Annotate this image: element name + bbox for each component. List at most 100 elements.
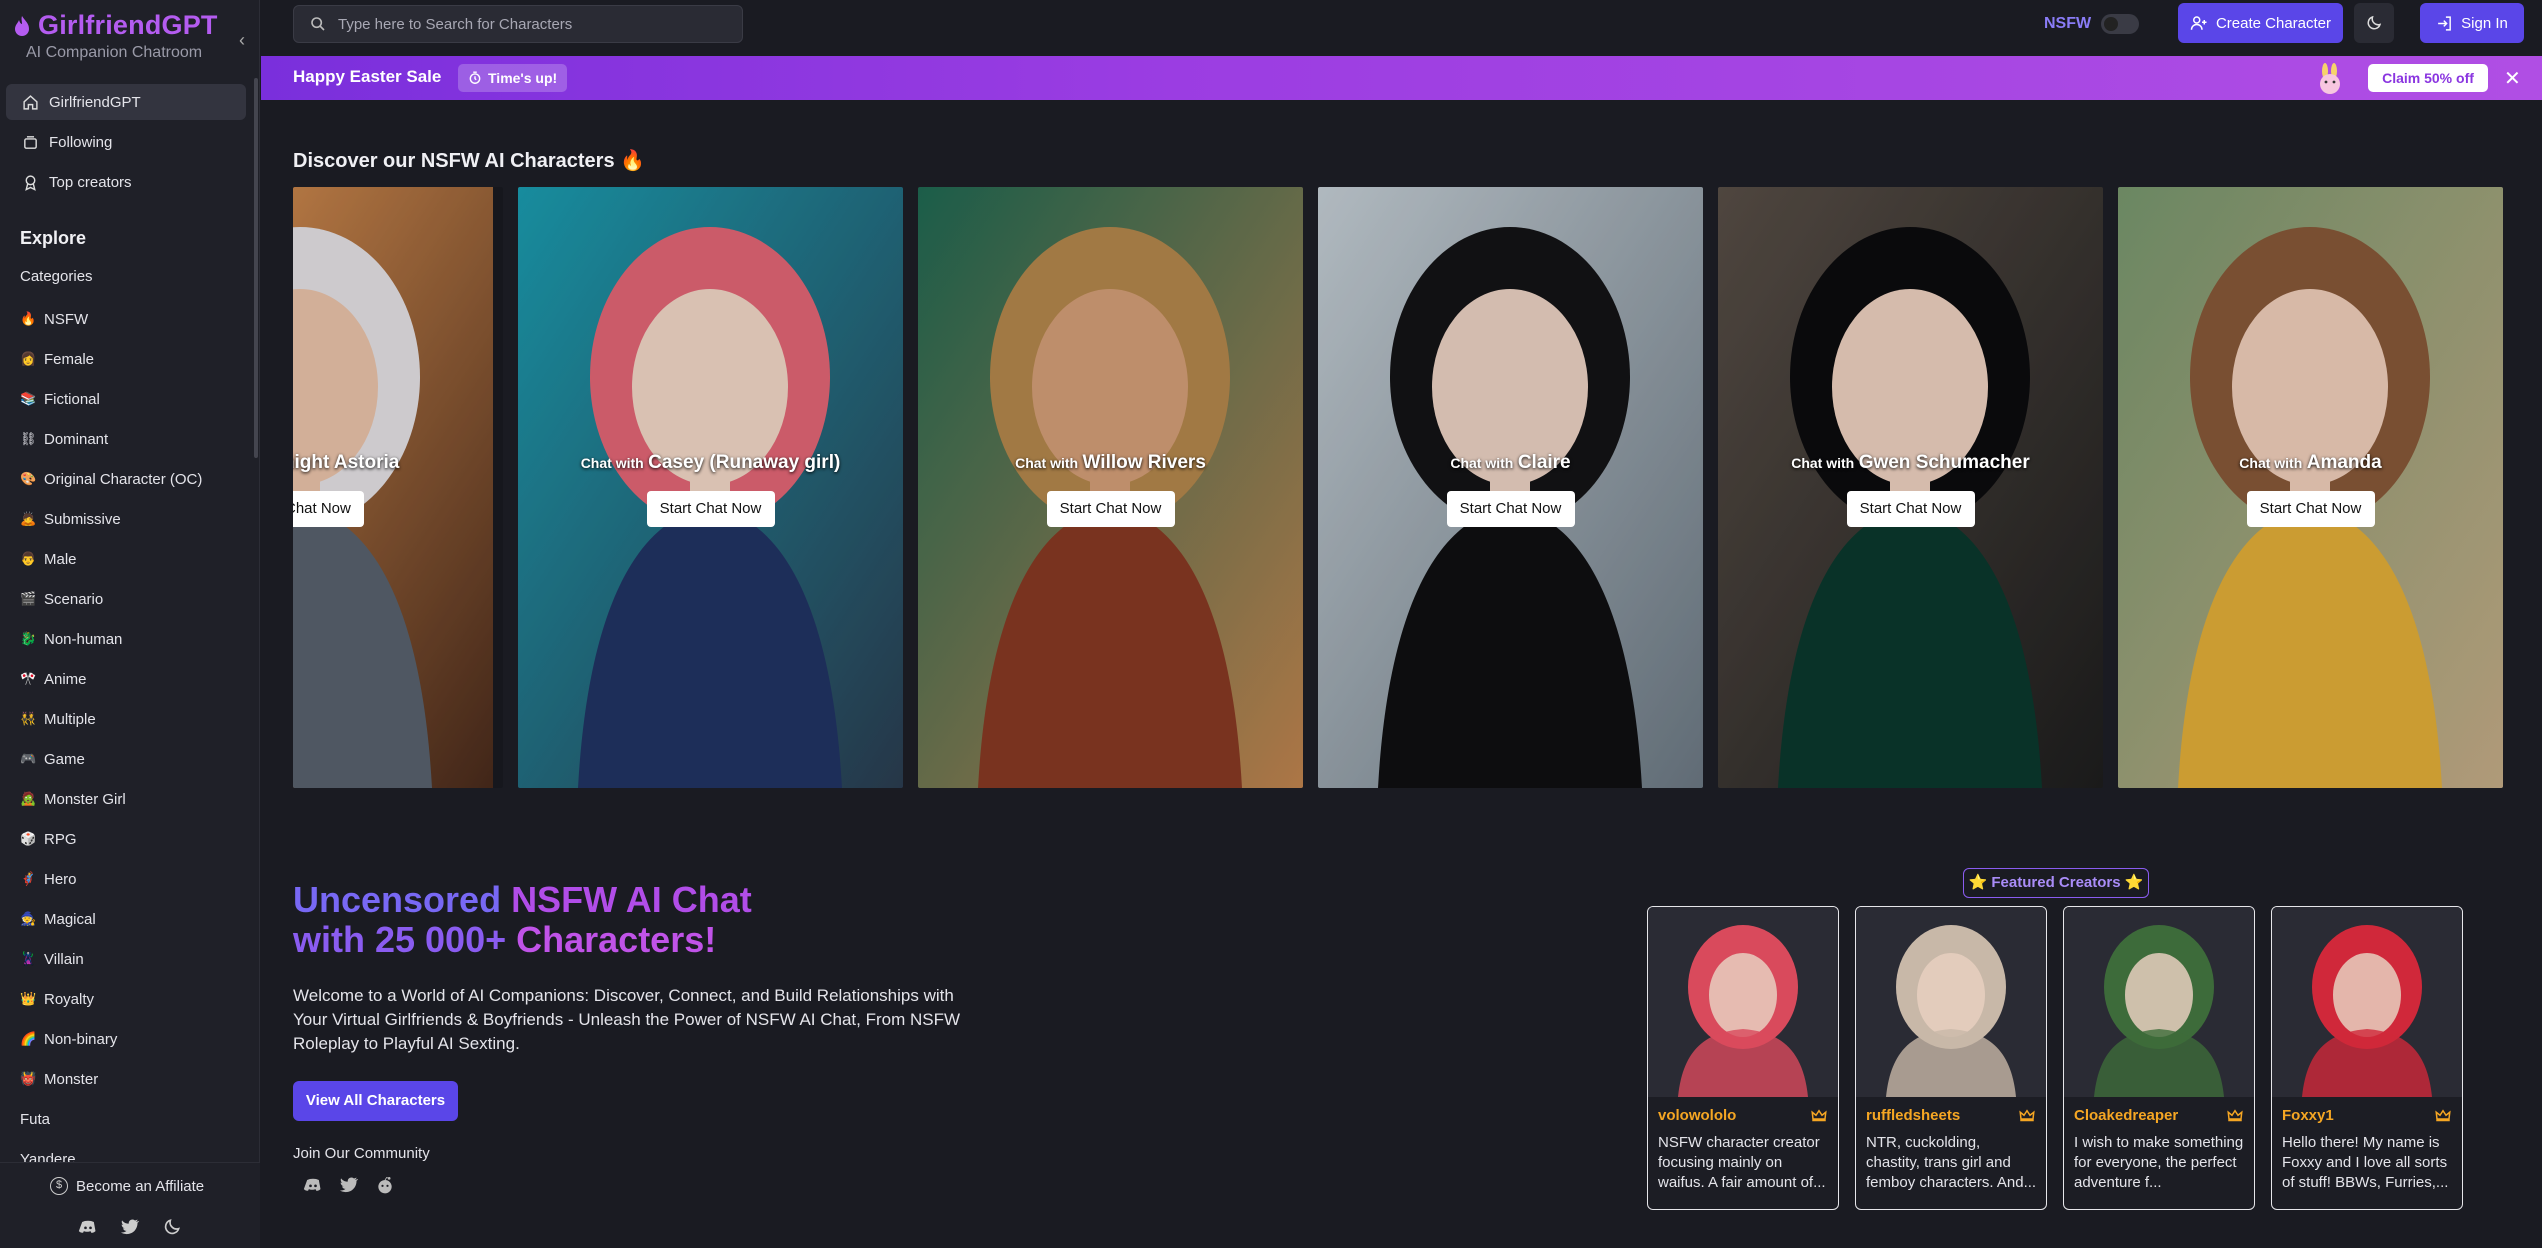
login-icon xyxy=(2438,15,2452,31)
category-emoji-icon: 🎮 xyxy=(20,751,37,766)
character-card[interactable]: Chat with Knight Astoria Start Chat Now xyxy=(293,187,503,788)
hero-title-part: Uncensored xyxy=(293,879,512,920)
create-character-label: Create Character xyxy=(2215,14,2332,32)
sidebar-category-futa[interactable]: Futa xyxy=(20,1107,50,1131)
creator-name[interactable]: Cloakedreaper xyxy=(2074,1107,2178,1124)
close-icon[interactable]: ✕ xyxy=(2504,66,2521,91)
creator-card[interactable]: volowololo NSFW character creator focusin… xyxy=(1647,906,1839,1210)
characters-section-title: Discover our NSFW AI Characters 🔥 xyxy=(293,150,646,172)
creator-name[interactable]: ruffledsheets xyxy=(1866,1107,1960,1124)
create-character-button[interactable]: Create Character xyxy=(2178,3,2343,43)
sidebar-category-magical[interactable]: 🧙 Magical xyxy=(20,907,96,931)
category-emoji-icon: 🦹 xyxy=(20,951,37,966)
search-bar[interactable] xyxy=(293,5,743,43)
category-label: Female xyxy=(44,350,95,368)
category-label: Multiple xyxy=(44,710,96,728)
discord-icon[interactable] xyxy=(303,1175,323,1195)
following-icon xyxy=(24,135,37,149)
search-icon xyxy=(311,17,325,31)
creator-avatar xyxy=(2064,907,2254,1097)
sidebar-category-male[interactable]: 👨 Male xyxy=(20,547,77,571)
character-card[interactable]: Chat with Claire Start Chat Now xyxy=(1318,187,1703,788)
discord-icon[interactable] xyxy=(78,1217,98,1237)
promo-title: Happy Easter Sale xyxy=(293,67,442,86)
start-chat-button[interactable]: Start Chat Now xyxy=(1846,491,1975,527)
character-name: Claire xyxy=(1517,452,1571,473)
chat-with-caption: Chat with Casey (Runaway girl) xyxy=(518,452,903,474)
sidebar-category-dominant[interactable]: ⛓ Dominant xyxy=(20,427,108,451)
creator-card[interactable]: Cloakedreaper I wish to make something fo… xyxy=(2063,906,2255,1210)
sidebar-category-hero[interactable]: 🦸 Hero xyxy=(20,867,77,891)
sidebar-category-submissive[interactable]: 🙇 Submissive xyxy=(20,507,121,531)
category-label: Royalty xyxy=(44,990,95,1008)
sidebar-category-female[interactable]: 👩 Female xyxy=(20,347,94,371)
sidebar-category-non-binary[interactable]: 🌈 Non-binary xyxy=(20,1027,117,1051)
categories-label[interactable]: Categories xyxy=(20,268,93,285)
nav-item-home[interactable]: GirlfriendGPT xyxy=(6,84,246,120)
category-emoji-icon: 🦸 xyxy=(20,871,37,886)
sign-in-button[interactable]: Sign In xyxy=(2420,3,2524,43)
reddit-icon[interactable] xyxy=(375,1175,395,1195)
nav-item-top-creators[interactable]: Top creators xyxy=(6,164,246,200)
creator-name[interactable]: volowololo xyxy=(1658,1107,1736,1124)
timer-icon xyxy=(469,71,481,84)
sidebar-category-monster-girl[interactable]: 🧟 Monster Girl xyxy=(20,787,126,811)
theme-toggle-button[interactable] xyxy=(2354,3,2394,43)
start-chat-button[interactable]: Start Chat Now xyxy=(2246,491,2375,527)
category-label: Futa xyxy=(20,1110,51,1128)
hero-title-part: Characters! xyxy=(516,919,717,960)
sidebar-category-rpg[interactable]: 🎲 RPG xyxy=(20,827,77,851)
character-card[interactable]: Chat with Amanda Start Chat Now xyxy=(2118,187,2503,788)
sidebar-category-villain[interactable]: 🦹 Villain xyxy=(20,947,84,971)
sidebar-category-nsfw[interactable]: 🔥 NSFW xyxy=(20,307,88,331)
chat-with-prefix: Chat with xyxy=(1791,455,1855,471)
category-label: Villain xyxy=(44,950,84,968)
category-emoji-icon: 🧙 xyxy=(20,911,37,926)
sidebar-category-fictional[interactable]: 📚 Fictional xyxy=(20,387,100,411)
chat-with-prefix: Chat with xyxy=(2239,455,2303,471)
card-overlay xyxy=(518,187,903,788)
category-emoji-icon: 👹 xyxy=(20,1071,37,1086)
sidebar-category-non-human[interactable]: 🐉 Non-human xyxy=(20,627,122,651)
creator-name[interactable]: Foxxy1 xyxy=(2282,1107,2334,1124)
sidebar-category-scenario[interactable]: 🎬 Scenario xyxy=(20,587,103,611)
sidebar-category-anime[interactable]: 🎌 Anime xyxy=(20,667,87,691)
sidebar-scrollbar[interactable] xyxy=(254,78,258,458)
award-icon xyxy=(25,174,36,191)
creator-card[interactable]: Foxxy1 Hello there! My name is Foxxy and … xyxy=(2271,906,2463,1210)
sidebar-category-original-character-oc[interactable]: 🎨 Original Character (OC) xyxy=(20,467,202,491)
sidebar-category-royalty[interactable]: 👑 Royalty xyxy=(20,987,94,1011)
twitter-icon[interactable] xyxy=(120,1217,140,1237)
character-card[interactable]: Chat with Willow Rivers Start Chat Now xyxy=(918,187,1303,788)
creator-card[interactable]: ruffledsheets NTR, cuckolding, chastity, … xyxy=(1855,906,2047,1210)
category-label: Hero xyxy=(44,870,77,888)
start-chat-button[interactable]: Start Chat Now xyxy=(293,491,364,527)
sidebar-category-multiple[interactable]: 👯 Multiple xyxy=(20,707,96,731)
card-overlay xyxy=(918,187,1303,788)
category-label: Fictional xyxy=(44,390,100,408)
start-chat-button[interactable]: Start Chat Now xyxy=(646,491,775,527)
nav-item-following[interactable]: Following xyxy=(6,124,246,160)
collapse-sidebar-icon[interactable]: ‹ xyxy=(232,30,252,50)
category-emoji-icon: 👨 xyxy=(20,551,37,566)
creator-avatar xyxy=(1648,907,1838,1097)
claim-offer-button[interactable]: Claim 50% off xyxy=(2368,64,2488,92)
home-icon xyxy=(23,94,38,110)
category-emoji-icon: 🎲 xyxy=(20,831,37,846)
affiliate-label: Become an Affiliate xyxy=(76,1177,205,1195)
search-input[interactable] xyxy=(338,15,718,33)
category-label: Male xyxy=(44,550,77,568)
start-chat-button[interactable]: Start Chat Now xyxy=(1446,491,1575,527)
moon-icon[interactable] xyxy=(162,1217,182,1237)
logo[interactable]: GirlfriendGPT xyxy=(12,10,218,41)
start-chat-button[interactable]: Start Chat Now xyxy=(1046,491,1175,527)
view-all-characters-button[interactable]: View All Characters xyxy=(293,1081,458,1121)
category-label: Magical xyxy=(44,910,96,928)
character-card[interactable]: Chat with Gwen Schumacher Start Chat Now xyxy=(1718,187,2103,788)
affiliate-link[interactable]: $ Become an Affiliate xyxy=(50,1177,204,1195)
nsfw-toggle[interactable] xyxy=(2101,14,2140,34)
twitter-icon[interactable] xyxy=(339,1175,359,1195)
sidebar-category-monster[interactable]: 👹 Monster xyxy=(20,1067,98,1091)
character-card[interactable]: Chat with Casey (Runaway girl) Start Chat… xyxy=(518,187,903,788)
sidebar-category-game[interactable]: 🎮 Game xyxy=(20,747,85,771)
